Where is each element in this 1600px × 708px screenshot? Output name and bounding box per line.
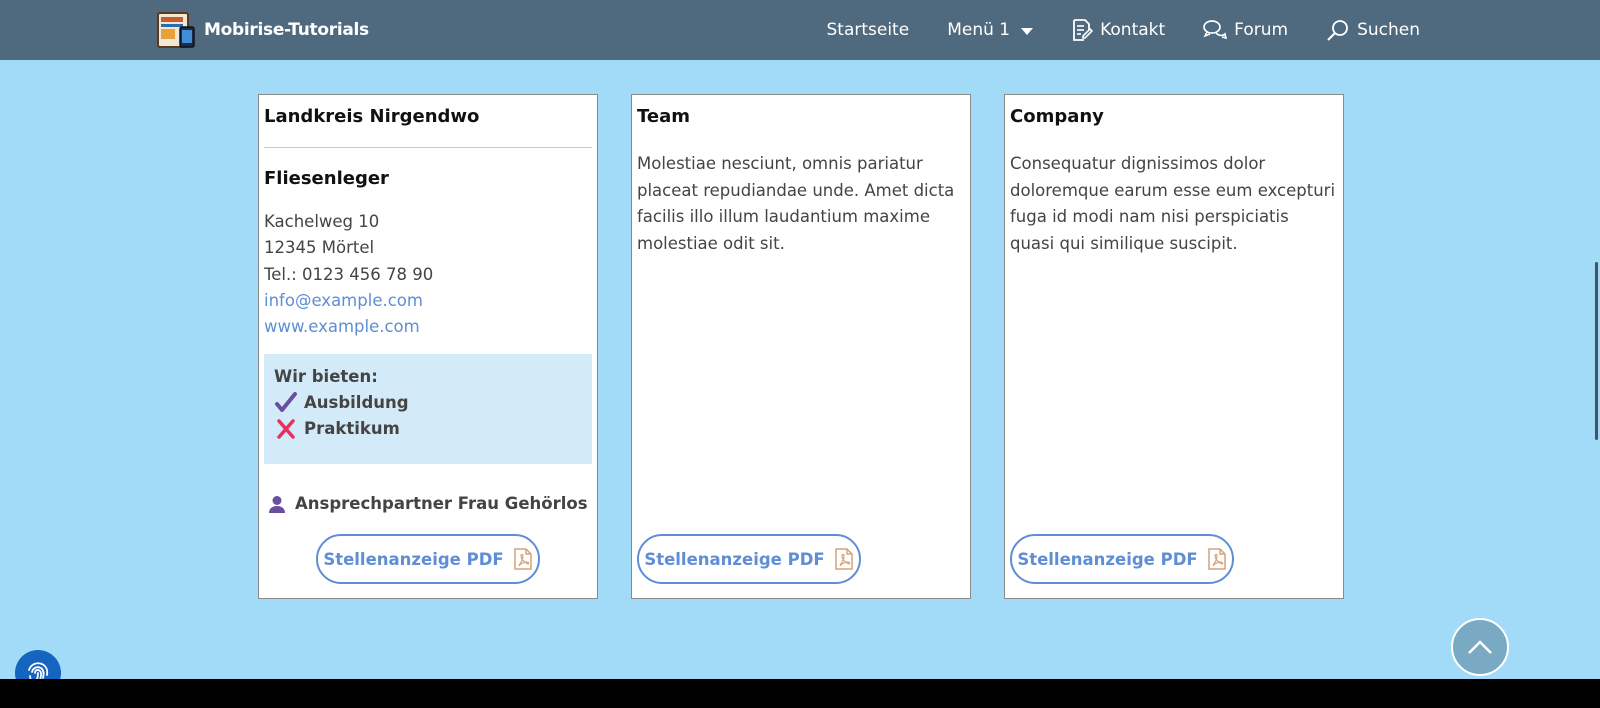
chevron-up-icon (1468, 640, 1492, 654)
pdf-download-button[interactable]: Stellenanzeige PDF (637, 534, 861, 584)
document-edit-icon (1073, 19, 1094, 41)
brand[interactable]: Mobirise-Tutorials (156, 10, 369, 50)
chevron-down-icon (1021, 27, 1034, 35)
pdf-download-button[interactable]: Stellenanzeige PDF (316, 534, 540, 584)
nav-item-kontakt[interactable]: Kontakt (1071, 18, 1165, 42)
offer-label: Praktikum (304, 419, 400, 439)
chat-bubbles-icon (1203, 20, 1228, 40)
button-label: Stellenanzeige PDF (1017, 549, 1198, 569)
card-title: Company (1010, 106, 1104, 127)
pdf-file-icon (513, 548, 532, 570)
nav-item-label: Kontakt (1100, 20, 1166, 40)
checkmark-icon (275, 392, 297, 413)
job-card: Team Molestiae nesciunt, omnis pariatur … (631, 94, 971, 599)
job-card: Company Consequatur dignissimos dolor do… (1004, 94, 1344, 599)
contact-label: Ansprechpartner Frau Gehörlos (295, 494, 588, 514)
nav-item-forum[interactable]: Forum (1203, 19, 1288, 41)
search-icon (1327, 20, 1348, 41)
button-label: Stellenanzeige PDF (644, 549, 825, 569)
card-text: Consequatur dignissimos dolor doloremque… (1010, 154, 1336, 253)
pdf-download-button[interactable]: Stellenanzeige PDF (1010, 534, 1234, 584)
offers-box: Wir bieten: Ausbildung Praktikum (264, 354, 592, 465)
address-block: Kachelweg 10 12345 Mörtel Tel.: 0123 456… (264, 209, 592, 340)
card-text: Molestiae nesciunt, omnis pariatur place… (637, 154, 955, 253)
nav-item-label: Suchen (1357, 20, 1420, 40)
footer-bar (0, 679, 1600, 708)
offer-label: Ausbildung (304, 393, 409, 413)
address-city: 12345 Mörtel (264, 238, 375, 258)
address-phone: Tel.: 0123 456 78 90 (264, 264, 434, 284)
page-scrollbar[interactable] (1595, 262, 1598, 440)
divider (264, 147, 592, 148)
cross-icon (277, 419, 295, 440)
pdf-file-icon (834, 548, 853, 570)
scroll-to-top-button[interactable] (1451, 618, 1509, 676)
button-label: Stellenanzeige PDF (323, 549, 504, 569)
brand-name: Mobirise-Tutorials (204, 20, 369, 40)
address-street: Kachelweg 10 (264, 212, 380, 231)
offers-heading: Wir bieten: (274, 367, 378, 387)
nav-item-label: Startseite (826, 20, 910, 40)
contact-person: Ansprechpartner Frau Gehörlos (264, 494, 592, 513)
navbar: Mobirise-Tutorials Startseite Menü 1 Kon… (0, 0, 1600, 60)
person-icon (269, 495, 285, 513)
nav-item-startseite[interactable]: Startseite (826, 20, 909, 40)
job-card: Landkreis Nirgendwo Fliesenleger Kachelw… (258, 94, 598, 599)
nav-menu: Startseite Menü 1 Kontakt Forum Suchen (788, 0, 1420, 60)
pdf-file-icon (1207, 548, 1226, 570)
nav-item-menu-1[interactable]: Menü 1 (947, 20, 1034, 40)
brand-logo-icon (156, 10, 196, 50)
nav-item-suchen[interactable]: Suchen (1326, 18, 1420, 42)
card-title: Landkreis Nirgendwo (264, 106, 480, 127)
card-subtitle: Fliesenleger (264, 168, 389, 189)
job-cards: Landkreis Nirgendwo Fliesenleger Kachelw… (258, 94, 1344, 599)
card-title: Team (637, 106, 690, 127)
nav-item-label: Menü 1 (947, 20, 1011, 40)
nav-item-label: Forum (1234, 20, 1289, 40)
website-link[interactable]: www.example.com (264, 314, 592, 340)
offer-item: Ausbildung (274, 390, 582, 416)
email-link[interactable]: info@example.com (264, 288, 592, 314)
offer-item: Praktikum (274, 416, 582, 442)
